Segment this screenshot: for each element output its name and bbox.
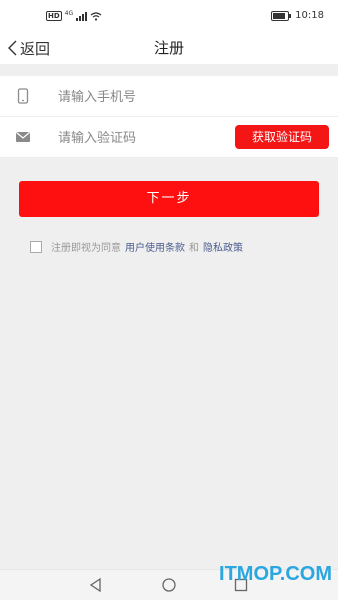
agree-checkbox[interactable] [30, 240, 42, 253]
phone-row [0, 76, 338, 117]
terms-link[interactable]: 用户使用条款 [125, 239, 185, 254]
mail-icon [16, 132, 30, 142]
agreement-and: 和 [189, 243, 199, 254]
nav-bar: 返回 注册 [0, 32, 338, 64]
wifi-icon [90, 11, 102, 21]
hd-indicator: HD [46, 11, 62, 21]
network-type: 4G [64, 9, 74, 17]
status-bar: HD 4G 10:18 [0, 0, 338, 32]
privacy-link[interactable]: 隐私政策 [203, 239, 243, 254]
phone-icon [17, 88, 29, 104]
battery-icon [271, 10, 292, 21]
nav-home-icon[interactable] [161, 577, 177, 593]
signal-icon [76, 11, 88, 21]
agreement-prefix: 注册即视为同意 [51, 243, 121, 254]
page-title: 注册 [153, 39, 184, 57]
code-input[interactable] [56, 127, 230, 149]
next-step-button[interactable]: 下一步 [19, 181, 319, 217]
phone-input[interactable] [56, 86, 230, 108]
register-form: 获取验证码 [0, 76, 338, 158]
clock: 10:18 [295, 10, 324, 21]
status-left: HD 4G [46, 9, 102, 21]
nav-back-icon[interactable] [88, 577, 104, 593]
code-row: 获取验证码 [0, 117, 338, 158]
agreement-row: 注册即视为同意 用户使用条款 和 隐私政策 [30, 239, 247, 254]
status-right: 10:18 [271, 10, 324, 21]
get-code-button[interactable]: 获取验证码 [235, 125, 329, 149]
watermark: ITMOP.COM [219, 563, 332, 585]
